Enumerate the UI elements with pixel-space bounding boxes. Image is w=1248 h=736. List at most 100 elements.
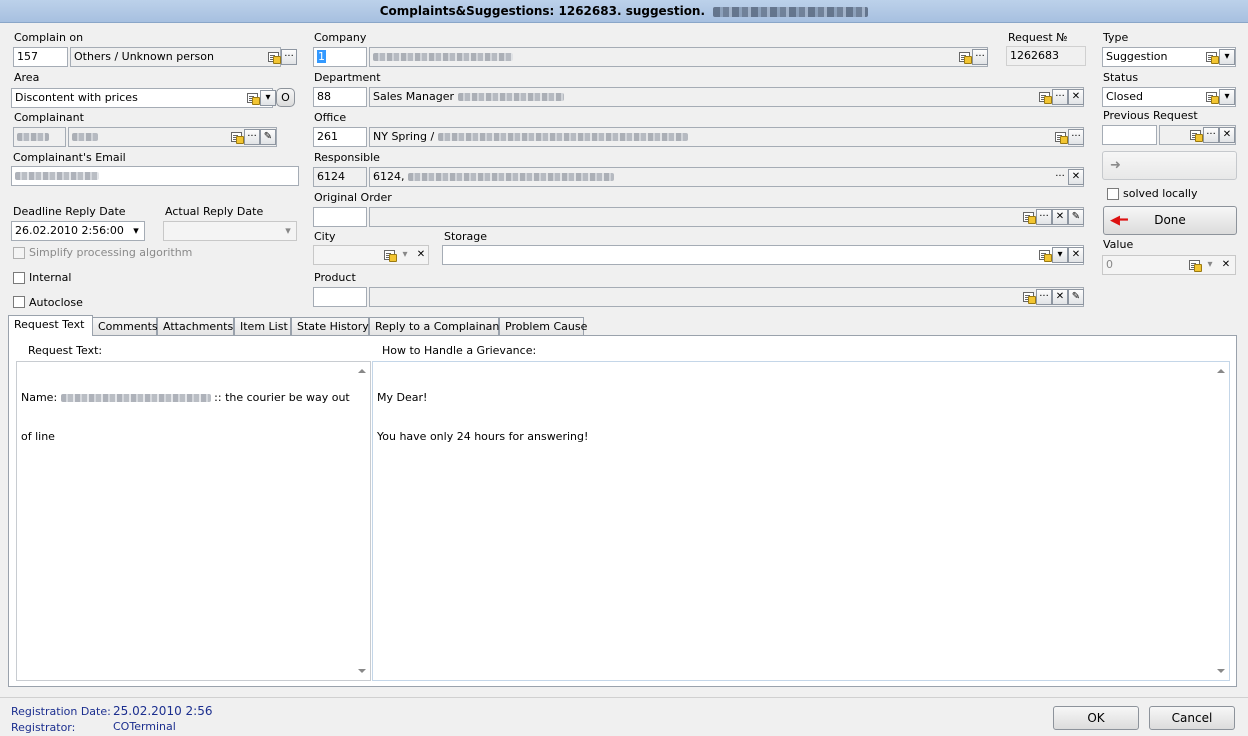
storage-dropdown-button[interactable]: ▾ bbox=[1052, 247, 1068, 263]
simplify-checkbox[interactable] bbox=[13, 247, 25, 259]
actual-reply-date-field[interactable] bbox=[163, 221, 297, 241]
internal-checkbox[interactable] bbox=[13, 272, 25, 284]
complainant-edit-button[interactable]: ✎ bbox=[260, 129, 276, 145]
city-dropdown-button[interactable]: ▾ bbox=[397, 247, 413, 263]
complainant-email-field[interactable] bbox=[11, 166, 299, 186]
original-order-code-field[interactable] bbox=[313, 207, 367, 227]
complainant-lookup-button[interactable] bbox=[228, 129, 244, 145]
office-lookup-button[interactable] bbox=[1052, 129, 1068, 145]
product-code-field[interactable] bbox=[313, 287, 367, 307]
complain-on-name-field[interactable]: Others / Unknown person bbox=[70, 47, 281, 67]
original-order-clear-button[interactable]: ✕ bbox=[1052, 209, 1068, 225]
responsible-name-text: 6124, bbox=[373, 170, 405, 183]
original-order-edit-button[interactable]: ✎ bbox=[1068, 209, 1084, 225]
tab-attachments[interactable]: Attachments bbox=[157, 317, 234, 335]
department-clear-button[interactable]: ✕ bbox=[1068, 89, 1084, 105]
department-code-field[interactable]: 88 bbox=[313, 87, 367, 107]
cancel-button[interactable]: Cancel bbox=[1149, 706, 1235, 730]
product-lookup-button[interactable] bbox=[1020, 289, 1036, 305]
previous-request-lookup-button[interactable] bbox=[1187, 127, 1203, 143]
type-lookup-button[interactable] bbox=[1203, 49, 1219, 65]
department-label: Department bbox=[314, 71, 381, 84]
deadline-reply-date-field[interactable]: 26.02.2010 2:56:00 bbox=[11, 221, 145, 241]
value-dropdown-button[interactable]: ▾ bbox=[1202, 257, 1218, 273]
navigate-previous-button[interactable]: ➜ bbox=[1102, 151, 1237, 180]
previous-request-code-field[interactable] bbox=[1102, 125, 1157, 145]
responsible-name-field[interactable]: 6124, bbox=[369, 167, 1084, 187]
type-dropdown-button[interactable]: ▾ bbox=[1219, 49, 1235, 65]
product-label: Product bbox=[314, 271, 356, 284]
registration-date-value: 25.02.2010 2:56 bbox=[113, 704, 213, 718]
storage-clear-button[interactable]: ✕ bbox=[1068, 247, 1084, 263]
tab-reply-to-complainant[interactable]: Reply to a Complainant bbox=[369, 317, 504, 335]
company-code-field[interactable]: 1 bbox=[313, 47, 367, 67]
product-edit-button[interactable]: ✎ bbox=[1068, 289, 1084, 305]
product-name-field[interactable] bbox=[369, 287, 1084, 307]
complain-on-lookup-button[interactable] bbox=[265, 49, 281, 65]
complain-on-code-field[interactable]: 157 bbox=[13, 47, 68, 67]
deadline-dropdown-button[interactable]: ▾ bbox=[128, 223, 144, 239]
office-ellipsis-button[interactable]: ··· bbox=[1068, 129, 1084, 145]
product-ellipsis-button[interactable]: ··· bbox=[1036, 289, 1052, 305]
tab-label: Attachments bbox=[163, 320, 234, 333]
tab-problem-cause[interactable]: Problem Cause bbox=[499, 317, 587, 335]
done-button[interactable]: ◀━ Done bbox=[1103, 206, 1237, 235]
actual-reply-dropdown-button[interactable]: ▾ bbox=[280, 223, 296, 239]
responsible-code-field[interactable]: 6124 bbox=[313, 167, 367, 187]
tab-item-list[interactable]: Item List bbox=[234, 317, 291, 335]
autoclose-checkbox[interactable] bbox=[13, 296, 25, 308]
tab-state-history[interactable]: State History bbox=[291, 317, 369, 335]
office-name-field[interactable]: NY Spring / bbox=[369, 127, 1084, 147]
department-lookup-button[interactable] bbox=[1036, 89, 1052, 105]
original-order-lookup-button[interactable] bbox=[1020, 209, 1036, 225]
responsible-clear-button[interactable]: ✕ bbox=[1068, 169, 1084, 185]
product-clear-button[interactable]: ✕ bbox=[1052, 289, 1068, 305]
department-ellipsis-button[interactable]: ··· bbox=[1052, 89, 1068, 105]
complainant-code-field[interactable] bbox=[13, 127, 66, 147]
request-name-prefix: Name: bbox=[21, 391, 58, 404]
city-label: City bbox=[314, 230, 336, 243]
status-dropdown-button[interactable]: ▾ bbox=[1219, 89, 1235, 105]
city-lookup-button[interactable] bbox=[381, 247, 397, 263]
request-text-label: Request Text: bbox=[28, 344, 103, 357]
tab-label: Reply to a Complainant bbox=[375, 320, 504, 333]
lookup-icon bbox=[383, 250, 397, 262]
storage-select[interactable] bbox=[442, 245, 1084, 265]
simplify-label: Simplify processing algorithm bbox=[29, 246, 193, 259]
solved-locally-checkbox[interactable] bbox=[1107, 188, 1119, 200]
area-lookup-button[interactable] bbox=[244, 90, 260, 106]
company-ellipsis-button[interactable]: ··· bbox=[972, 49, 988, 65]
storage-lookup-button[interactable] bbox=[1036, 247, 1052, 263]
tab-label: Comments bbox=[98, 320, 158, 333]
handle-grievance-scrollbar[interactable] bbox=[1215, 362, 1229, 680]
request-text-scrollbar[interactable] bbox=[356, 362, 370, 680]
ok-button[interactable]: OK bbox=[1053, 706, 1139, 730]
complain-on-ellipsis-button[interactable]: ··· bbox=[281, 49, 297, 65]
area-o-button[interactable]: O bbox=[276, 88, 295, 107]
handle-grievance-memo[interactable]: My Dear! You have only 24 hours for answ… bbox=[372, 361, 1230, 681]
value-clear-button[interactable]: ✕ bbox=[1218, 257, 1234, 273]
original-order-name-field[interactable] bbox=[369, 207, 1084, 227]
status-lookup-button[interactable] bbox=[1203, 89, 1219, 105]
request-no-label: Request № bbox=[1008, 31, 1068, 44]
area-select[interactable]: Discontent with prices bbox=[11, 88, 273, 108]
value-lookup-button[interactable] bbox=[1186, 257, 1202, 273]
lookup-icon bbox=[1205, 52, 1219, 64]
tab-request-text[interactable]: Request Text bbox=[8, 315, 93, 336]
tab-comments[interactable]: Comments bbox=[92, 317, 158, 335]
company-name-field[interactable] bbox=[369, 47, 988, 67]
city-clear-button[interactable]: ✕ bbox=[413, 247, 429, 263]
responsible-ellipsis-button[interactable]: ··· bbox=[1052, 169, 1068, 185]
request-text-memo[interactable]: Name: :: the courier be way out of line bbox=[16, 361, 371, 681]
previous-request-clear-button[interactable]: ✕ bbox=[1219, 127, 1235, 143]
office-code-field[interactable]: 261 bbox=[313, 127, 367, 147]
previous-request-ellipsis-button[interactable]: ··· bbox=[1203, 127, 1219, 143]
area-dropdown-button[interactable]: ▾ bbox=[260, 90, 276, 106]
complainant-ellipsis-button[interactable]: ··· bbox=[244, 129, 260, 145]
red-arrow-icon: ◀━ bbox=[1110, 213, 1128, 228]
company-lookup-button[interactable] bbox=[956, 49, 972, 65]
original-order-ellipsis-button[interactable]: ··· bbox=[1036, 209, 1052, 225]
lookup-icon bbox=[230, 132, 244, 144]
redacted-office bbox=[437, 133, 688, 141]
department-name-field[interactable]: Sales Manager bbox=[369, 87, 1084, 107]
